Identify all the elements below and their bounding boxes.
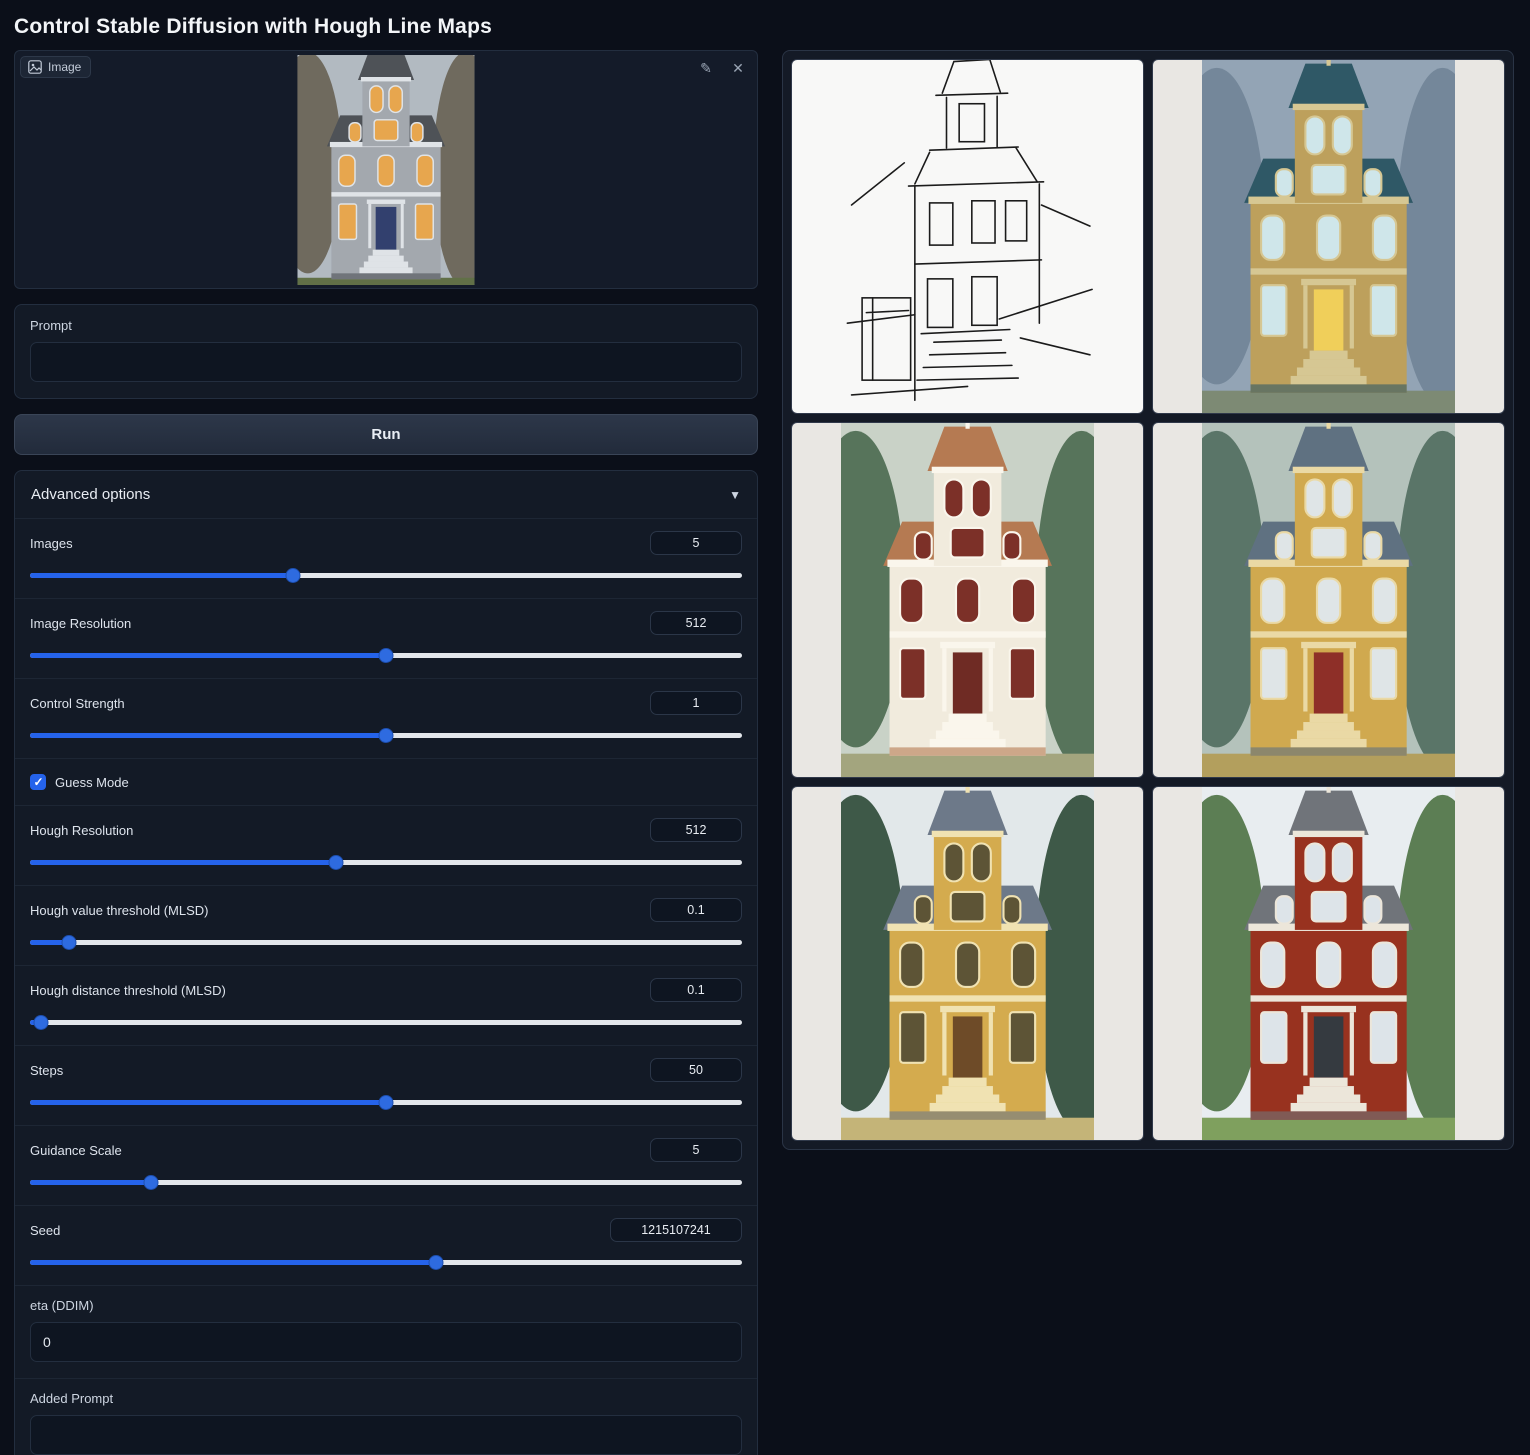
slider-hough-resolution-label: Hough Resolution [30,823,133,838]
slider-hough-value-threshold: Hough value threshold (MLSD) [15,885,757,965]
slider-control-strength-track[interactable] [30,728,742,743]
pencil-icon: ✎ [700,60,712,77]
image-input-label-text: Image [48,60,81,74]
slider-control-strength-value[interactable] [650,691,742,715]
slider-hough-resolution-track[interactable] [30,855,742,870]
slider-hough-resolution-value[interactable] [650,818,742,842]
image-icon [28,60,42,74]
uploaded-house-photo [297,55,474,285]
slider-seed-label: Seed [30,1223,60,1238]
added-prompt-field: Added Prompt [15,1378,757,1455]
prompt-label: Prompt [30,318,742,333]
image-input-panel[interactable]: Image ✎ ✕ [14,50,758,289]
eta-field: eta (DDIM) [15,1285,757,1378]
slider-hough-distance-threshold-value[interactable] [650,978,742,1002]
slider-handle[interactable] [329,855,344,870]
output-painting-5-image [1202,787,1455,1140]
eta-label: eta (DDIM) [30,1298,742,1313]
slider-hough-distance-threshold: Hough distance threshold (MLSD) [15,965,757,1045]
slider-handle[interactable] [144,1175,159,1190]
added-prompt-label: Added Prompt [30,1391,742,1406]
chevron-down-icon: ▼ [729,488,741,502]
slider-hough-distance-threshold-track[interactable] [30,1015,742,1030]
slider-hough-value-threshold-track[interactable] [30,935,742,950]
gallery-item-output-4[interactable] [791,786,1144,1141]
slider-images-track[interactable] [30,568,742,583]
clear-image-button[interactable]: ✕ [727,57,749,79]
slider-steps-label: Steps [30,1063,63,1078]
slider-steps-value[interactable] [650,1058,742,1082]
page-title: Control Stable Diffusion with Hough Line… [0,0,1530,50]
slider-image-resolution-track[interactable] [30,648,742,663]
guess-mode-label: Guess Mode [55,775,129,790]
output-column [782,50,1514,1150]
edit-image-button[interactable]: ✎ [695,57,717,79]
image-input-label: Image [20,56,91,78]
advanced-options-panel: Advanced options ▼ Images Image Resoluti… [14,470,758,1455]
slider-images-value[interactable] [650,531,742,555]
slider-image-resolution-label: Image Resolution [30,616,131,631]
slider-images: Images [15,518,757,598]
slider-hough-value-threshold-label: Hough value threshold (MLSD) [30,903,208,918]
slider-control-strength-label: Control Strength [30,696,125,711]
guess-mode-checkbox[interactable] [30,774,46,790]
gallery-item-output-3[interactable] [1152,422,1505,777]
controls-column: Image ✎ ✕ Prompt Run Advanced options ▼ … [14,50,758,1455]
slider-guidance-scale-label: Guidance Scale [30,1143,122,1158]
slider-handle[interactable] [379,728,394,743]
slider-image-resolution: Image Resolution [15,598,757,678]
close-icon: ✕ [732,60,744,77]
gallery-item-output-2[interactable] [791,422,1144,777]
slider-handle[interactable] [62,935,77,950]
slider-handle[interactable] [379,1095,394,1110]
output-painting-2-image [841,423,1094,776]
advanced-options-header[interactable]: Advanced options ▼ [15,471,757,518]
slider-guidance-scale-track[interactable] [30,1175,742,1190]
added-prompt-input[interactable] [30,1415,742,1455]
slider-handle[interactable] [286,568,301,583]
slider-steps: Steps [15,1045,757,1125]
guess-mode-checkbox-row[interactable]: Guess Mode [15,758,757,805]
run-button[interactable]: Run [14,414,758,455]
advanced-options-title: Advanced options [31,486,150,503]
prompt-panel: Prompt [14,304,758,399]
gallery-item-hough-line-map[interactable] [791,59,1144,414]
output-painting-3-image [1202,423,1455,776]
slider-seed-value[interactable] [610,1218,742,1242]
slider-seed: Seed [15,1205,757,1285]
output-painting-4-image [841,787,1094,1140]
slider-seed-track[interactable] [30,1255,742,1270]
hough-line-map-image [841,60,1094,413]
prompt-input[interactable] [30,342,742,382]
slider-control-strength: Control Strength [15,678,757,758]
slider-hough-resolution: Hough Resolution [15,805,757,885]
slider-guidance-scale: Guidance Scale [15,1125,757,1205]
gallery-item-output-5[interactable] [1152,786,1505,1141]
slider-handle[interactable] [428,1255,443,1270]
main-layout: Image ✎ ✕ Prompt Run Advanced options ▼ … [0,50,1530,1455]
eta-input[interactable] [30,1322,742,1362]
output-painting-1-image [1202,60,1455,413]
output-gallery [782,50,1514,1150]
slider-hough-distance-threshold-label: Hough distance threshold (MLSD) [30,983,226,998]
slider-handle[interactable] [33,1015,48,1030]
slider-guidance-scale-value[interactable] [650,1138,742,1162]
slider-handle[interactable] [379,648,394,663]
slider-hough-value-threshold-value[interactable] [650,898,742,922]
image-actions: ✎ ✕ [695,57,749,79]
gallery-item-output-1[interactable] [1152,59,1505,414]
slider-image-resolution-value[interactable] [650,611,742,635]
slider-steps-track[interactable] [30,1095,742,1110]
slider-images-label: Images [30,536,73,551]
